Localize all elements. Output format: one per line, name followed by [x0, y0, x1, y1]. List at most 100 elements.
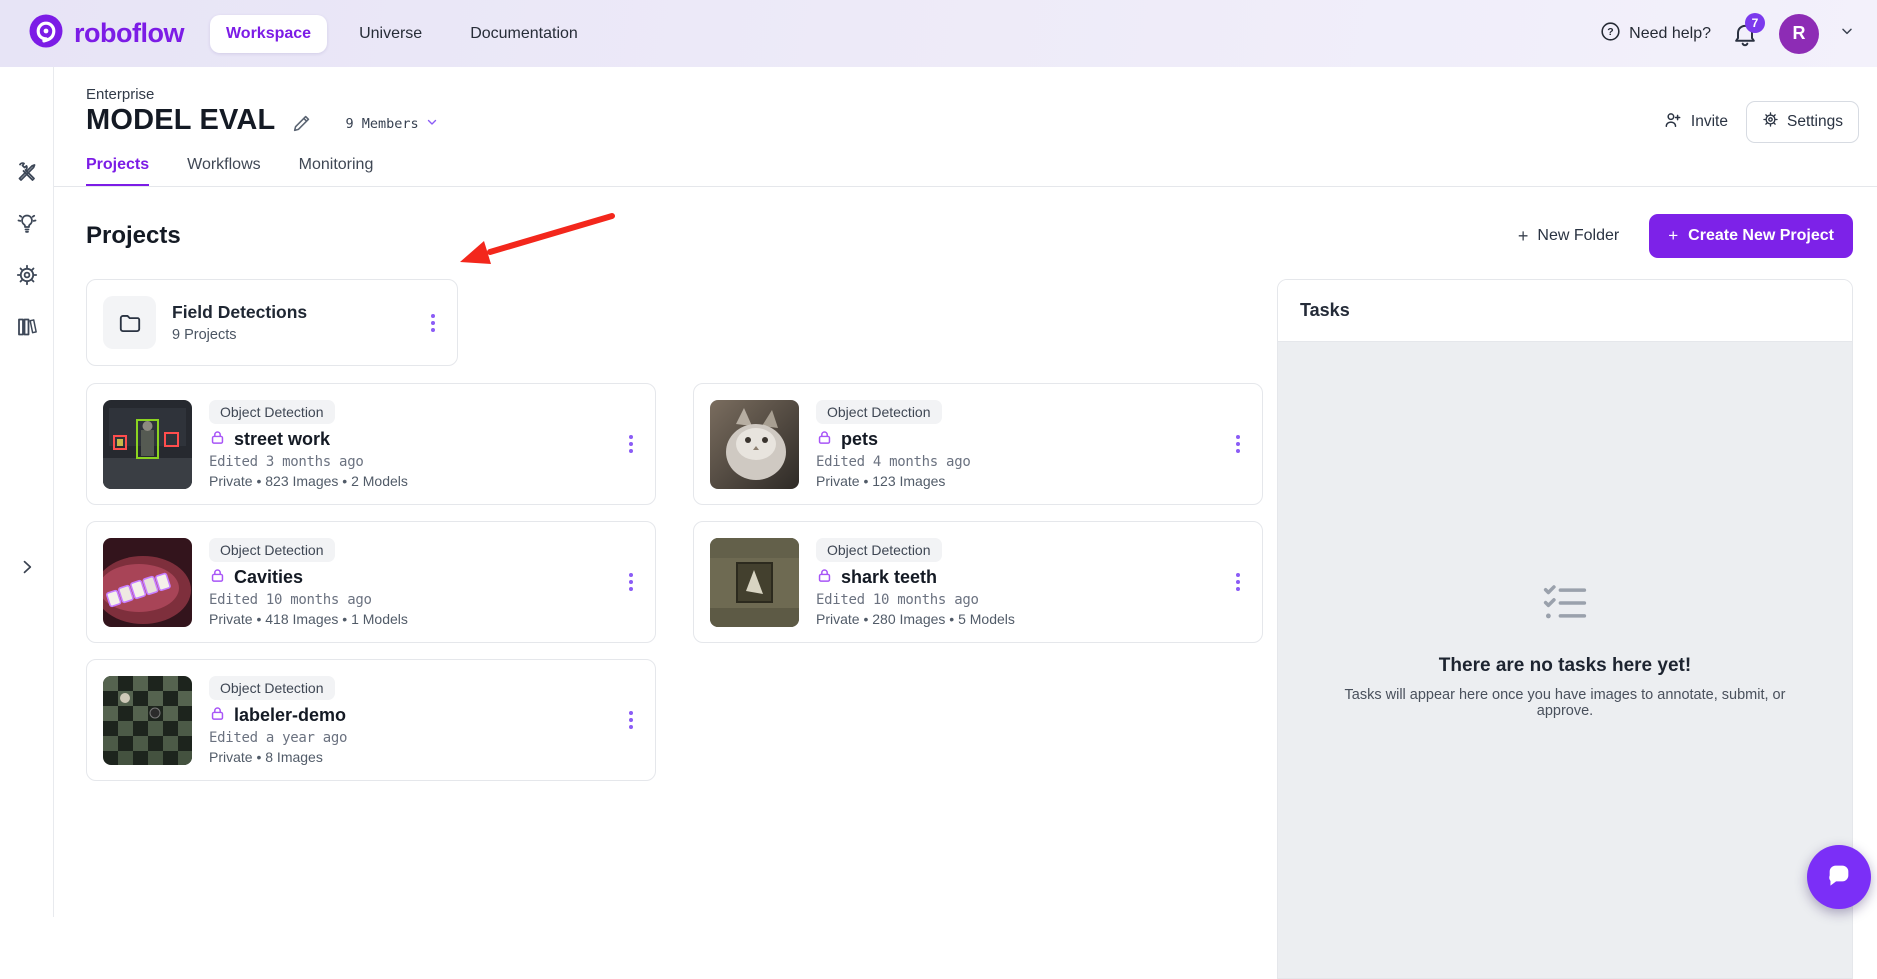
- lock-icon: [209, 429, 226, 451]
- thumbnail-street-work: [103, 400, 192, 489]
- project-type-badge: Object Detection: [209, 400, 335, 424]
- lock-icon: [209, 705, 226, 727]
- header-divider: [54, 186, 1877, 187]
- settings-gear-icon[interactable]: [11, 259, 43, 291]
- project-card-pets[interactable]: Object Detection pets Edited 4 months ag…: [693, 383, 1263, 505]
- project-meta: Private • 123 Images: [816, 473, 945, 489]
- new-folder-button[interactable]: + New Folder: [1518, 226, 1619, 247]
- workspace-title: MODEL EVAL: [86, 104, 275, 137]
- project-type-badge: Object Detection: [816, 400, 942, 424]
- sidebar-expand-button[interactable]: [11, 551, 43, 583]
- notification-badge: 7: [1745, 13, 1765, 33]
- project-edited: Edited 4 months ago: [816, 454, 970, 470]
- plus-icon: +: [1668, 226, 1678, 246]
- workspace-plan-label: Enterprise: [86, 86, 154, 103]
- settings-label: Settings: [1787, 113, 1843, 131]
- tab-projects[interactable]: Projects: [86, 156, 149, 187]
- thumbnail-shark-teeth: [710, 538, 799, 627]
- chat-launcher-button[interactable]: [1807, 845, 1871, 909]
- project-kebab-menu[interactable]: [623, 429, 639, 459]
- project-kebab-menu[interactable]: [623, 705, 639, 735]
- project-title: pets: [841, 429, 878, 450]
- project-kebab-menu[interactable]: [623, 567, 639, 597]
- project-edited: Edited a year ago: [209, 730, 347, 746]
- tasks-empty-title: There are no tasks here yet!: [1439, 655, 1691, 677]
- project-edited: Edited 10 months ago: [816, 592, 979, 608]
- project-card-cavities[interactable]: Object Detection Cavities Edited 10 mont…: [86, 521, 656, 643]
- plus-icon: +: [1518, 226, 1529, 247]
- need-help-button[interactable]: ? Need help?: [1600, 21, 1711, 47]
- project-card-street-work[interactable]: Object Detection street work Edited 3 mo…: [86, 383, 656, 505]
- tab-workflows[interactable]: Workflows: [187, 156, 261, 187]
- tasks-empty-subtitle: Tasks will appear here once you have ima…: [1315, 687, 1815, 719]
- user-menu-chevron-icon[interactable]: [1839, 23, 1855, 44]
- project-card-shark-teeth[interactable]: Object Detection shark teeth Edited 10 m…: [693, 521, 1263, 643]
- lock-icon: [816, 429, 833, 451]
- workspace-tabs: Projects Workflows Monitoring: [86, 156, 373, 187]
- project-title: labeler-demo: [234, 705, 346, 726]
- project-type-badge: Object Detection: [209, 676, 335, 700]
- project-kebab-menu[interactable]: [1230, 567, 1246, 597]
- user-avatar[interactable]: R: [1779, 14, 1819, 54]
- folder-project-count: 9 Projects: [172, 327, 307, 343]
- lightbulb-icon[interactable]: [11, 207, 43, 239]
- nav-workspace[interactable]: Workspace: [210, 15, 327, 53]
- gear-icon: [1762, 111, 1779, 133]
- chat-bubble-icon: [1823, 859, 1855, 896]
- tasks-empty-state: There are no tasks here yet! Tasks will …: [1315, 582, 1815, 719]
- project-title: shark teeth: [841, 567, 937, 588]
- members-dropdown[interactable]: 9 Members: [345, 115, 438, 133]
- settings-button[interactable]: Settings: [1746, 101, 1859, 143]
- top-navbar: roboflow Workspace Universe Documentatio…: [0, 0, 1877, 67]
- create-new-project-label: Create New Project: [1688, 227, 1834, 245]
- edit-workspace-name-button[interactable]: [291, 112, 313, 134]
- checklist-icon: [1541, 582, 1589, 629]
- folder-card-field-detections[interactable]: Field Detections 9 Projects: [86, 279, 458, 366]
- annotate-tools-icon[interactable]: [11, 155, 43, 187]
- project-meta: Private • 280 Images • 5 Models: [816, 611, 1015, 627]
- roboflow-logo-icon: [28, 13, 64, 54]
- question-circle-icon: ?: [1600, 21, 1621, 47]
- thumbnail-pets: [710, 400, 799, 489]
- members-chevron-down-icon: [425, 115, 439, 133]
- project-kebab-menu[interactable]: [1230, 429, 1246, 459]
- create-new-project-button[interactable]: + Create New Project: [1649, 214, 1853, 258]
- thumbnail-cavities: [103, 538, 192, 627]
- members-count-label: 9 Members: [345, 116, 418, 132]
- project-title: Cavities: [234, 567, 303, 588]
- project-card-labeler-demo[interactable]: Object Detection labeler-demo Edited a y…: [86, 659, 656, 781]
- notifications-button[interactable]: 7: [1731, 20, 1759, 48]
- folder-kebab-menu[interactable]: [425, 308, 441, 338]
- project-meta: Private • 8 Images: [209, 749, 323, 765]
- lock-icon: [209, 567, 226, 589]
- project-type-badge: Object Detection: [209, 538, 335, 562]
- lock-icon: [816, 567, 833, 589]
- project-meta: Private • 823 Images • 2 Models: [209, 473, 408, 489]
- library-books-icon[interactable]: [11, 311, 43, 343]
- bell-icon: [1731, 35, 1759, 52]
- invite-label: Invite: [1691, 113, 1728, 131]
- folder-icon: [103, 296, 156, 349]
- project-edited: Edited 10 months ago: [209, 592, 372, 608]
- projects-heading: Projects: [86, 222, 181, 250]
- tasks-panel: Tasks There are no tasks here yet! Tasks…: [1277, 279, 1853, 979]
- nav-universe[interactable]: Universe: [343, 15, 438, 53]
- person-plus-icon: [1663, 110, 1683, 135]
- tasks-heading: Tasks: [1300, 300, 1350, 321]
- project-type-badge: Object Detection: [816, 538, 942, 562]
- invite-button[interactable]: Invite: [1663, 110, 1728, 135]
- new-folder-label: New Folder: [1537, 227, 1619, 245]
- nav-documentation[interactable]: Documentation: [454, 15, 594, 53]
- projects-grid: Object Detection street work Edited 3 mo…: [86, 383, 1257, 781]
- tab-monitoring[interactable]: Monitoring: [299, 156, 374, 187]
- folder-name: Field Detections: [172, 302, 307, 323]
- project-edited: Edited 3 months ago: [209, 454, 363, 470]
- need-help-label: Need help?: [1629, 25, 1711, 43]
- project-title: street work: [234, 429, 330, 450]
- project-meta: Private • 418 Images • 1 Models: [209, 611, 408, 627]
- primary-nav: Workspace Universe Documentation: [210, 15, 594, 53]
- left-sidebar: [0, 67, 54, 917]
- thumbnail-labeler-demo: [103, 676, 192, 765]
- brand-name: roboflow: [74, 18, 184, 49]
- roboflow-logo[interactable]: roboflow: [28, 13, 184, 54]
